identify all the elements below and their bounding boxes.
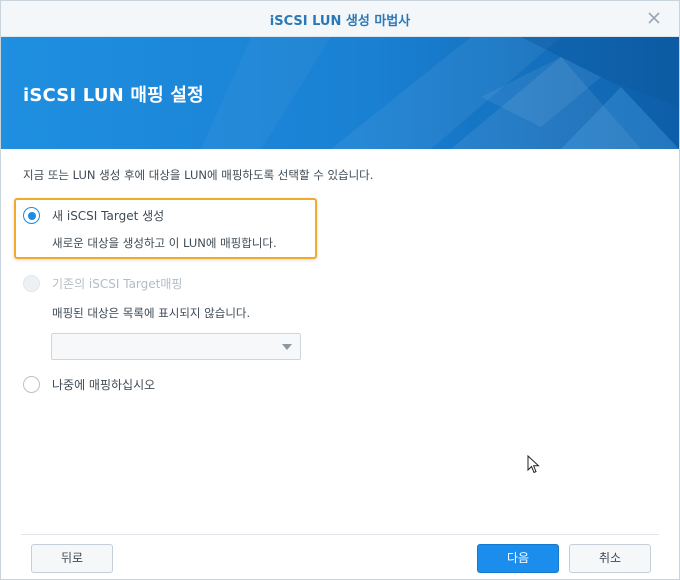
- header-banner: iSCSI LUN 매핑 설정: [1, 37, 679, 149]
- radio-create-new-target[interactable]: [23, 207, 40, 224]
- next-button[interactable]: 다음: [477, 544, 559, 573]
- radio-map-existing-target: [23, 275, 40, 292]
- footer-divider: [21, 534, 659, 535]
- option-label: 나중에 매핑하십시오: [52, 378, 156, 392]
- cancel-button[interactable]: 취소: [569, 544, 651, 573]
- chevron-down-icon: [282, 344, 292, 350]
- description-text: 지금 또는 LUN 생성 후에 대상을 LUN에 매핑하도록 선택할 수 있습니…: [23, 168, 374, 182]
- title-bar: iSCSI LUN 생성 마법사: [1, 1, 679, 37]
- option-label: 기존의 iSCSI Target매핑: [52, 277, 183, 291]
- window-title: iSCSI LUN 생성 마법사: [269, 14, 411, 29]
- option-sublabel: 새로운 대상을 생성하고 이 LUN에 매핑합니다.: [52, 236, 277, 250]
- radio-map-later[interactable]: [23, 376, 40, 393]
- existing-target-select: [51, 333, 301, 360]
- page-heading: iSCSI LUN 매핑 설정: [23, 85, 204, 106]
- wizard-window: iSCSI LUN 생성 마법사 iSCSI LUN 매핑 설정 지금 또는 L…: [0, 0, 680, 580]
- option-label: 새 iSCSI Target 생성: [52, 209, 165, 223]
- back-button[interactable]: 뒤로: [31, 544, 113, 573]
- close-icon[interactable]: [645, 9, 663, 27]
- mouse-cursor-icon: [527, 455, 540, 474]
- option-sublabel: 매핑된 대상은 목록에 표시되지 않습니다.: [52, 306, 251, 320]
